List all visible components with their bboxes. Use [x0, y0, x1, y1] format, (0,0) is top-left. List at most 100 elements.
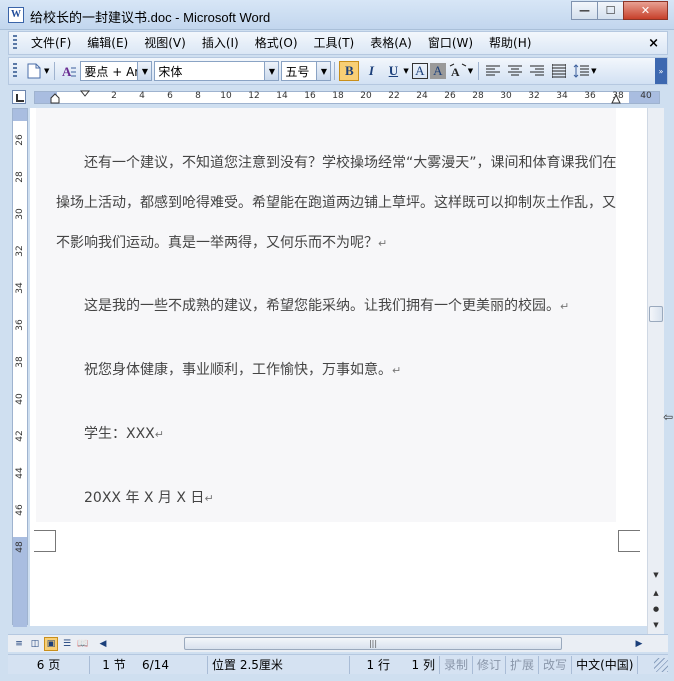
- ruler-tick-label: 26: [444, 91, 456, 101]
- vertical-ruler-tick-label: 40: [15, 393, 25, 405]
- vertical-ruler-tick-label: 38: [15, 356, 25, 368]
- chevron-down-icon[interactable]: ▼: [137, 62, 152, 80]
- styles-formatting-icon[interactable]: A: [59, 61, 79, 81]
- ruler-tick-label: 16: [304, 91, 316, 101]
- menu-edit[interactable]: 编辑(E): [79, 32, 136, 54]
- resize-grip-icon[interactable]: [654, 657, 668, 672]
- status-record-macro[interactable]: 录制: [440, 655, 474, 674]
- previous-page-icon[interactable]: ▲: [648, 586, 664, 600]
- scroll-right-icon[interactable]: ▶: [632, 637, 646, 651]
- toolbar-options-icon[interactable]: »: [655, 58, 667, 84]
- tab-selector-button[interactable]: [12, 90, 26, 104]
- formatting-toolbar: ▼ A 要点 + Aria ▼ 宋体 ▼ 五号 ▼ B I U ▼ A A A …: [8, 57, 668, 85]
- menu-help[interactable]: 帮助(H): [481, 32, 539, 54]
- ruler-tick-label: 32: [528, 91, 540, 101]
- menu-table[interactable]: 表格(A): [362, 32, 420, 54]
- vertical-scroll-thumb[interactable]: [649, 306, 663, 322]
- first-line-indent-marker-icon[interactable]: [80, 90, 90, 97]
- vertical-ruler[interactable]: 26 28 30 32 34 36 38 40 42 44 46 48: [12, 108, 28, 627]
- select-browse-object-icon[interactable]: ●: [648, 602, 664, 616]
- character-scaling-icon[interactable]: A: [448, 61, 468, 81]
- menubar-grip[interactable]: [13, 35, 17, 51]
- ruler-tick-label: 14: [276, 91, 288, 101]
- left-indent-marker-icon[interactable]: [50, 93, 60, 104]
- paragraph-signature[interactable]: 学生：XXX↵: [84, 423, 164, 443]
- paragraph-suggestion-line-2[interactable]: 操场上活动，都感到呛得难受。希望能在跑道两边铺上草坪。这样既可以抑制灰土作乱，又: [56, 192, 616, 212]
- status-bar: 6 页 1 节 6/14 位置 2.5厘米 1 行 1 列 录制 修订 扩展 改…: [8, 654, 668, 674]
- ruler-tick-label: 28: [472, 91, 484, 101]
- menu-insert[interactable]: 插入(I): [194, 32, 247, 54]
- menu-window[interactable]: 窗口(W): [420, 32, 481, 54]
- minimize-button[interactable]: —: [571, 1, 598, 20]
- paragraph-date[interactable]: 20XX 年 X 月 X 日↵: [84, 487, 214, 507]
- paragraph-suggestion-line-1[interactable]: 还有一个建议，不知道您注意到没有？学校操场经常“大雾漫天”，课间和体育课我们在: [84, 152, 617, 172]
- paragraph-suggestion-line-3[interactable]: 不影响我们运动。真是一举两得，又何乐而不为呢？↵: [56, 232, 387, 252]
- horizontal-scrollbar[interactable]: ≡ ◫ ▣ ☰ 📖 ◀ ||| ▶: [8, 634, 668, 652]
- vertical-ruler-tick-label: 44: [15, 467, 25, 479]
- align-center-icon[interactable]: [505, 61, 525, 81]
- status-track-changes[interactable]: 修订: [473, 655, 507, 674]
- status-extend-selection[interactable]: 扩展: [506, 655, 540, 674]
- vertical-ruler-tick-label: 34: [15, 282, 25, 294]
- new-document-icon[interactable]: [24, 61, 44, 81]
- horizontal-scroll-thumb[interactable]: |||: [184, 637, 562, 650]
- next-page-icon[interactable]: ▼: [648, 618, 664, 632]
- document-canvas[interactable]: 还有一个建议，不知道您注意到没有？学校操场经常“大雾漫天”，课间和体育课我们在 …: [30, 108, 647, 626]
- distributed-align-icon[interactable]: [549, 61, 569, 81]
- toolbar-grip[interactable]: [13, 63, 17, 79]
- ruler-tick-label: 10: [220, 91, 232, 101]
- ruler-tick-label: 34: [556, 91, 568, 101]
- align-right-icon[interactable]: [527, 61, 547, 81]
- align-left-icon[interactable]: [483, 61, 503, 81]
- underline-button[interactable]: U: [383, 61, 403, 81]
- maximize-button[interactable]: ☐: [597, 1, 624, 20]
- line-spacing-icon[interactable]: [571, 61, 591, 81]
- menu-format[interactable]: 格式(O): [247, 32, 306, 54]
- paragraph-text: 20XX 年 X 月 X 日: [84, 490, 205, 506]
- font-select[interactable]: 宋体 ▼: [154, 61, 280, 81]
- status-overtype[interactable]: 改写: [539, 655, 573, 674]
- underline-dropdown-icon[interactable]: ▼: [403, 67, 408, 75]
- vertical-ruler-tick-label: 30: [15, 208, 25, 220]
- status-page: 6 页: [8, 655, 90, 674]
- italic-button[interactable]: I: [361, 61, 381, 81]
- chevron-down-icon[interactable]: ▼: [316, 62, 331, 80]
- vertical-ruler-tick-label: 32: [15, 245, 25, 257]
- status-language[interactable]: 中文(中国): [572, 655, 639, 674]
- horizontal-ruler-area: 2 4 6 8 10 12 14 16 18 20 22 24 26 28 30 32 34 36 38 40: [8, 87, 668, 107]
- print-layout-view-icon[interactable]: ▣: [44, 637, 58, 651]
- ruler-tick-label: 2: [111, 91, 117, 101]
- paragraph-text: 不影响我们运动。真是一举两得，又何乐而不为呢？: [56, 235, 378, 251]
- close-window-button[interactable]: ✕: [623, 1, 668, 20]
- character-shading-button[interactable]: A: [429, 63, 446, 79]
- menu-tools[interactable]: 工具(T): [306, 32, 363, 54]
- line-spacing-dropdown-icon[interactable]: ▼: [591, 67, 596, 75]
- scroll-down-icon[interactable]: ▼: [648, 568, 664, 582]
- toolbar-separator: [54, 62, 56, 80]
- new-document-dropdown-icon[interactable]: ▼: [44, 67, 49, 75]
- paragraph-mark-icon: ↵: [204, 492, 214, 505]
- horizontal-ruler[interactable]: 2 4 6 8 10 12 14 16 18 20 22 24 26 28 30 32 34 36 38 40: [34, 90, 660, 104]
- chevron-down-icon[interactable]: ▼: [264, 62, 279, 80]
- page-corner-mark: [34, 530, 56, 552]
- menu-file[interactable]: 文件(F): [23, 32, 79, 54]
- menu-view[interactable]: 视图(V): [136, 32, 194, 54]
- web-layout-view-icon[interactable]: ◫: [28, 637, 42, 651]
- vertical-scrollbar[interactable]: ▼ ▲ ● ▼: [647, 108, 664, 634]
- vertical-ruler-tick-label: 36: [15, 319, 25, 331]
- paragraph-wishes[interactable]: 祝您身体健康，事业顺利，工作愉快，万事如意。↵: [84, 359, 401, 379]
- right-indent-marker-icon[interactable]: [611, 93, 621, 104]
- ruler-tick-label: 22: [388, 91, 400, 101]
- outline-view-icon[interactable]: ☰: [60, 637, 74, 651]
- normal-view-icon[interactable]: ≡: [12, 637, 26, 651]
- scaling-dropdown-icon[interactable]: ▼: [468, 67, 473, 75]
- font-size-value: 五号: [285, 64, 310, 79]
- character-border-button[interactable]: A: [411, 63, 428, 79]
- paragraph-hope[interactable]: 这是我的一些不成熟的建议，希望您能采纳。让我们拥有一个更美丽的校园。↵: [84, 295, 569, 315]
- scroll-left-icon[interactable]: ◀: [96, 637, 110, 651]
- style-select[interactable]: 要点 + Aria ▼: [80, 61, 153, 81]
- reading-layout-view-icon[interactable]: 📖: [76, 637, 90, 651]
- bold-button[interactable]: B: [339, 61, 360, 81]
- font-size-select[interactable]: 五号 ▼: [281, 61, 332, 81]
- close-document-button[interactable]: ×: [648, 36, 659, 51]
